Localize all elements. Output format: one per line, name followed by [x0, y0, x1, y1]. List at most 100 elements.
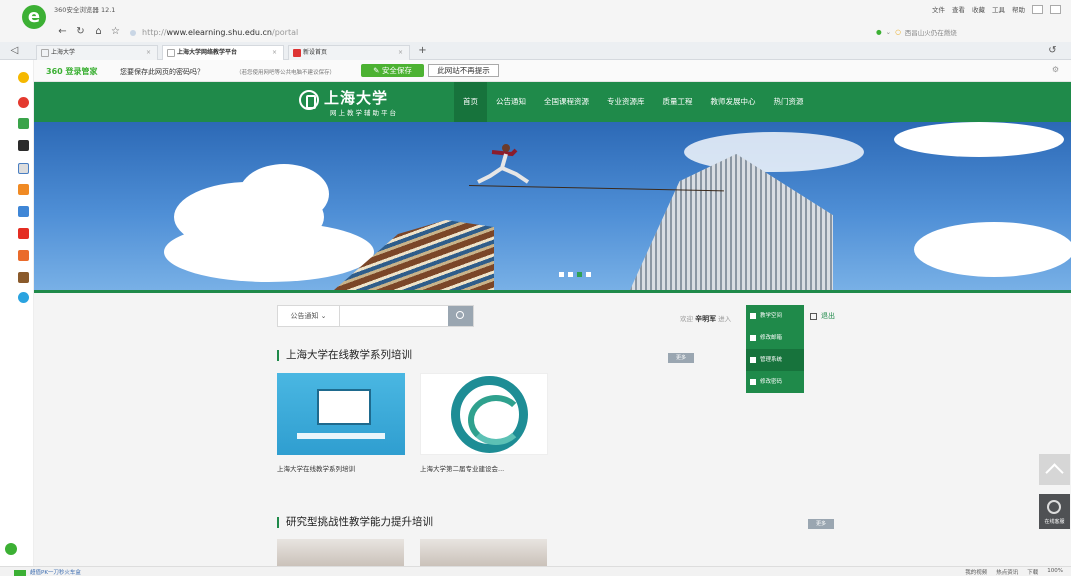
- new-tab-button[interactable]: +: [416, 44, 429, 57]
- section-title: 上海大学在线教学系列培训: [277, 350, 412, 361]
- hot-news-link[interactable]: 热点资讯: [996, 568, 1018, 576]
- floating-plus-icon[interactable]: [5, 543, 17, 555]
- star-icon[interactable]: ☆: [109, 25, 122, 38]
- video-icon[interactable]: [18, 228, 29, 239]
- speaker-icon[interactable]: ◁: [8, 44, 21, 57]
- cloud-shape: [164, 222, 374, 282]
- url-path: /portal: [272, 28, 299, 37]
- restore-tab-icon[interactable]: ↺: [1046, 44, 1059, 57]
- mail-icon[interactable]: [18, 118, 29, 129]
- menu-item-label: 管理系统: [760, 357, 783, 363]
- close-icon[interactable]: ×: [146, 46, 151, 60]
- back-arrow-icon[interactable]: ←: [56, 25, 69, 38]
- nav-teacher-development[interactable]: 教师发展中心: [702, 82, 765, 122]
- news-icon[interactable]: [18, 140, 29, 151]
- slide-dot-active[interactable]: [577, 272, 582, 277]
- site-name[interactable]: 上海大学: [324, 87, 388, 108]
- logout-link[interactable]: 退出: [810, 311, 835, 321]
- search-input[interactable]: [340, 306, 448, 326]
- course-card-thumbnail[interactable]: [420, 539, 547, 568]
- search-hint: 西昌山火仍在燃烧: [904, 29, 957, 37]
- online-service-button[interactable]: 在线客服: [1039, 494, 1070, 529]
- nav-quality-project[interactable]: 质量工程: [654, 82, 702, 122]
- search-box[interactable]: ● ⌄ ○ 西昌山火仍在燃烧: [876, 25, 1046, 39]
- menu-tools[interactable]: 工具: [992, 4, 1005, 14]
- shopping-icon[interactable]: [18, 250, 29, 261]
- card-caption[interactable]: 上海大学第二届专业建设会...: [420, 463, 504, 473]
- course-card-college-emblem[interactable]: [420, 373, 548, 455]
- close-icon[interactable]: ×: [272, 46, 277, 60]
- status-promo-link[interactable]: 超值PK一刀秒火车盒: [14, 568, 81, 576]
- back-to-top-button[interactable]: [1039, 454, 1070, 485]
- course-card-online-training[interactable]: [277, 373, 405, 455]
- menu-help[interactable]: 帮助: [1012, 4, 1025, 14]
- refresh-icon[interactable]: ↻: [74, 25, 87, 38]
- course-card-thumbnail[interactable]: [277, 539, 404, 568]
- menu-file[interactable]: 文件: [932, 4, 945, 14]
- download-link[interactable]: 下载: [1027, 568, 1038, 576]
- never-prompt-button[interactable]: 此网站不再提示: [428, 64, 499, 77]
- tab-new-home[interactable]: 新设首页 ×: [288, 45, 410, 60]
- university-logo-icon[interactable]: [299, 90, 319, 110]
- more-button[interactable]: 更多: [668, 353, 694, 363]
- menu-change-password[interactable]: 修改密码: [746, 371, 804, 393]
- slide-dot[interactable]: [559, 272, 564, 277]
- dropdown-icon[interactable]: ⌄: [886, 28, 891, 36]
- search-category-select[interactable]: 公告通知 ⌄: [278, 306, 340, 326]
- status-tools: 我的视频 热点资讯 下载 100%: [965, 568, 1063, 576]
- promo-icon: [14, 569, 26, 576]
- section-title: 研究型挑战性教学能力提升培训: [277, 517, 433, 528]
- menu-change-email[interactable]: 修改邮箱: [746, 327, 804, 349]
- site-search: 公告通知 ⌄: [277, 305, 474, 327]
- address-bar[interactable]: http://www.elearning.shu.edu.cn/portal: [130, 26, 990, 39]
- nav-announcements[interactable]: 公告通知: [487, 82, 535, 122]
- welcome-line: 欢迎 辛明军 进入: [680, 313, 731, 324]
- menu-favorites[interactable]: 收藏: [972, 4, 985, 14]
- menu-management-system[interactable]: 管理系统: [746, 349, 804, 371]
- slide-dot[interactable]: [586, 272, 591, 277]
- gear-icon[interactable]: ⚙: [1052, 65, 1059, 74]
- search-button[interactable]: [448, 306, 473, 326]
- tab-shu[interactable]: 上海大学 ×: [36, 45, 158, 60]
- slide-dot[interactable]: [568, 272, 573, 277]
- games-icon[interactable]: [18, 184, 29, 195]
- weibo-icon[interactable]: [18, 97, 29, 108]
- tools-app-icon[interactable]: [18, 272, 29, 283]
- safe-save-button[interactable]: ✎ 安全保存: [361, 64, 424, 77]
- enter-link[interactable]: 进入: [718, 315, 731, 323]
- main-navigation: 首页 公告通知 全国课程资源 专业资源库 质量工程 教师发展中心 热门资源: [454, 82, 813, 122]
- hero-banner[interactable]: [34, 122, 1071, 290]
- tab-label: 上海大学网络教学平台: [177, 49, 238, 56]
- runner-figure-image: [477, 144, 530, 184]
- home-icon[interactable]: ⌂: [92, 25, 105, 38]
- window-title: 360安全浏览器 12.1: [54, 6, 116, 14]
- notes-icon[interactable]: [18, 163, 29, 174]
- translate-icon[interactable]: [18, 292, 29, 303]
- more-button[interactable]: 更多: [808, 519, 834, 529]
- nav-home[interactable]: 首页: [454, 82, 487, 122]
- menu-teaching-space[interactable]: 教学空间: [746, 305, 804, 327]
- menu-view[interactable]: 查看: [952, 4, 965, 14]
- favorites-star-icon[interactable]: [18, 72, 29, 83]
- page-icon: [167, 49, 175, 57]
- nav-hot-resources[interactable]: 热门资源: [765, 82, 813, 122]
- password-save-bar: 360 登录管家 您要保存此网页的密码吗？ （若您使用网吧等公共电脑不建议保存）…: [34, 60, 1071, 82]
- card-caption[interactable]: 上海大学在线教学系列培训: [277, 463, 355, 473]
- my-video-link[interactable]: 我的视频: [965, 568, 987, 576]
- app-icon[interactable]: [18, 206, 29, 217]
- menu-item-label: 教学空间: [760, 313, 783, 319]
- browser-logo-icon[interactable]: e: [22, 5, 46, 29]
- security-icon: [130, 29, 136, 36]
- zoom-level[interactable]: 100%: [1047, 568, 1063, 576]
- tab-elearning[interactable]: 上海大学网络教学平台 ×: [162, 45, 284, 60]
- safe-save-label: 安全保存: [381, 66, 412, 75]
- nav-national-courses[interactable]: 全国课程资源: [535, 82, 598, 122]
- close-icon[interactable]: ×: [398, 46, 403, 60]
- logout-label: 退出: [821, 312, 835, 320]
- menu-item-label: 修改密码: [760, 379, 783, 385]
- maximize-button[interactable]: [1050, 4, 1061, 14]
- main-content: 公告通知 ⌄ 欢迎 辛明军 进入 教学空间 修改邮箱 管理系统 修改密码 退出 …: [34, 293, 1071, 568]
- tab-label: 新设首页: [303, 49, 328, 56]
- minimize-button[interactable]: [1032, 4, 1043, 14]
- nav-major-resources[interactable]: 专业资源库: [598, 82, 654, 122]
